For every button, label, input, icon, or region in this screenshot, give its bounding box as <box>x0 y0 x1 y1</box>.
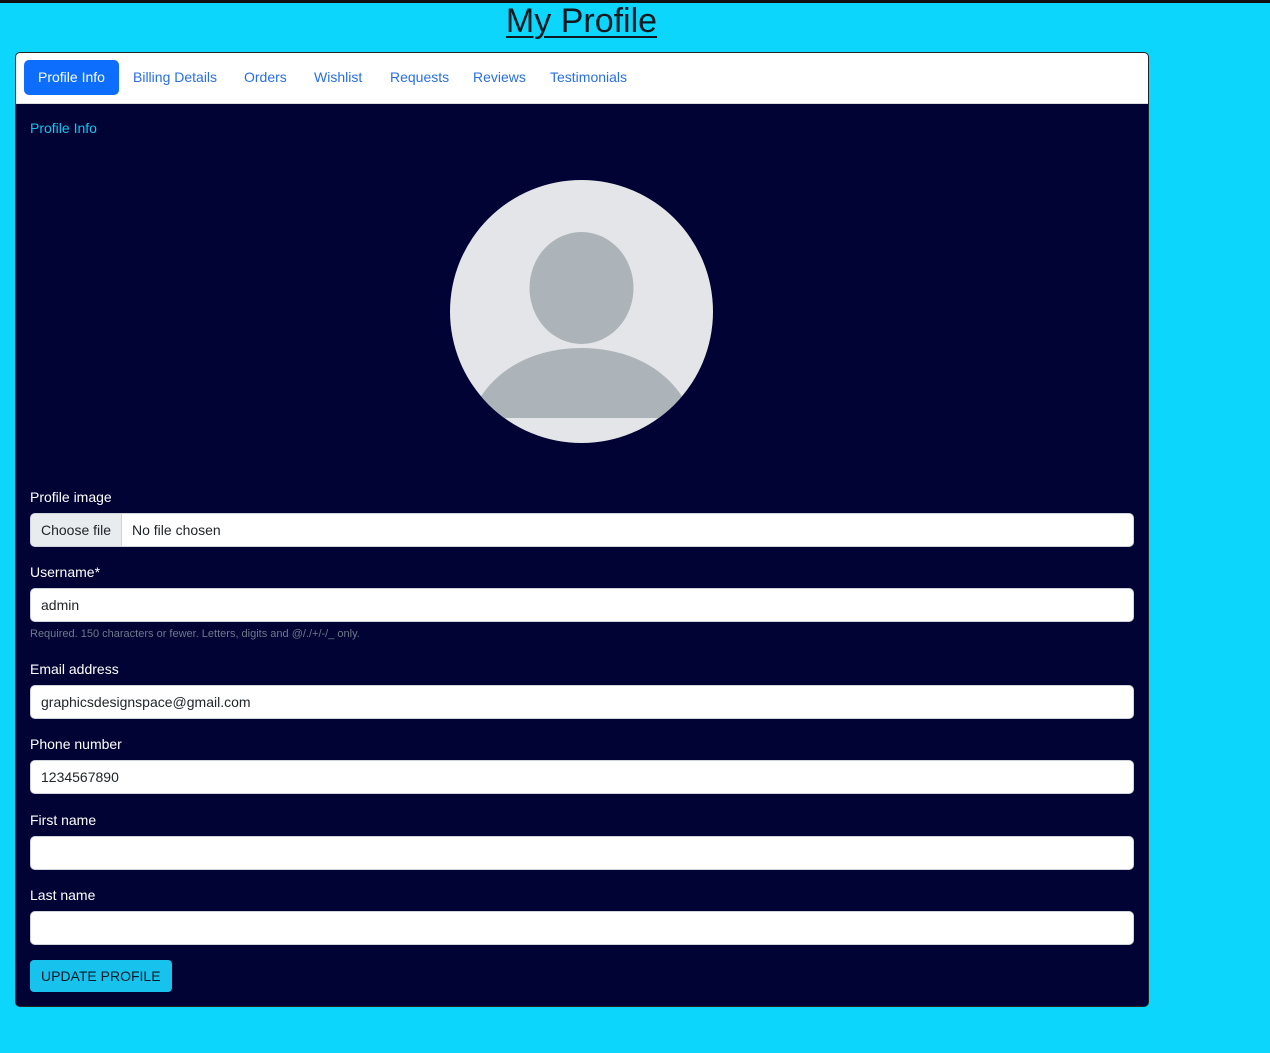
username-help-text: Required. 150 characters or fewer. Lette… <box>30 628 360 640</box>
phone-label: Phone number <box>30 736 122 752</box>
tab-profile-info[interactable]: Profile Info <box>24 60 119 95</box>
tab-wishlist[interactable]: Wishlist <box>300 60 376 95</box>
tab-reviews[interactable]: Reviews <box>459 60 540 95</box>
profile-card: Profile Info Billing Details Orders Wish… <box>15 52 1149 1007</box>
profile-image-file-input[interactable]: Choose file No file chosen <box>30 513 1134 547</box>
username-input[interactable] <box>30 588 1134 622</box>
phone-input[interactable] <box>30 760 1134 794</box>
username-label: Username* <box>30 564 101 580</box>
profile-image-label: Profile image <box>30 489 112 505</box>
last-name-input[interactable] <box>30 911 1134 945</box>
tab-billing-details[interactable]: Billing Details <box>119 60 231 95</box>
section-heading-link[interactable]: Profile Info <box>30 120 97 136</box>
email-label: Email address <box>30 661 119 677</box>
choose-file-button[interactable]: Choose file <box>31 514 123 546</box>
first-name-label: First name <box>30 812 97 828</box>
email-input[interactable] <box>30 685 1134 719</box>
tab-orders[interactable]: Orders <box>230 60 301 95</box>
file-status-text: No file chosen <box>132 522 221 538</box>
update-profile-button[interactable]: UPDATE PROFILE <box>30 960 172 992</box>
page-title: My Profile <box>505 2 658 40</box>
tab-requests[interactable]: Requests <box>376 60 463 95</box>
last-name-label: Last name <box>30 887 96 903</box>
tab-testimonials[interactable]: Testimonials <box>536 60 641 95</box>
first-name-input[interactable] <box>30 836 1134 870</box>
default-user-avatar-icon <box>450 180 713 443</box>
tab-bar: Profile Info Billing Details Orders Wish… <box>16 53 1148 104</box>
